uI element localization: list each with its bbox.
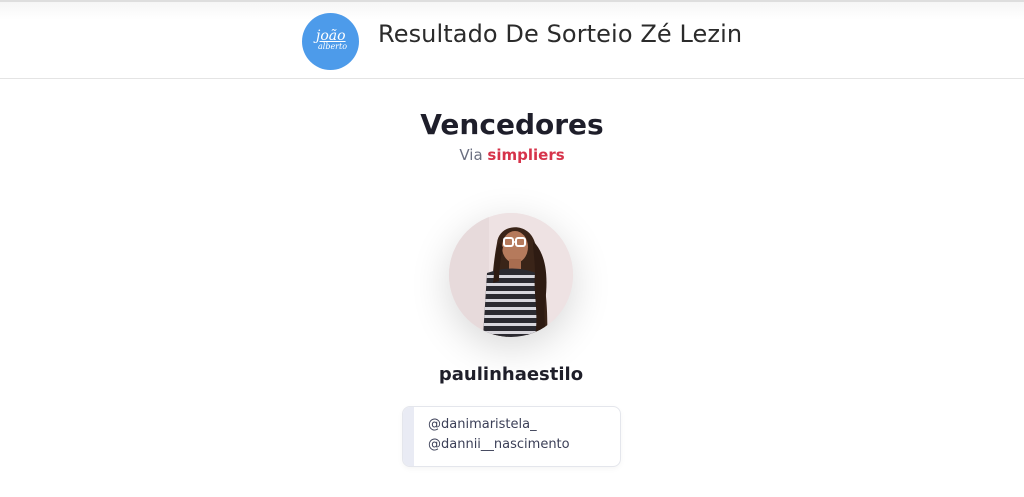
winner-avatar <box>449 213 573 337</box>
winners-heading: Vencedores <box>420 108 604 141</box>
page-title: Resultado De Sorteio Zé Lezin <box>378 20 743 48</box>
tagged-user: @dannii__nascimento <box>428 437 570 452</box>
tagged-user: @danimaristela_ <box>428 417 537 432</box>
logo: joão alberto <box>302 13 359 70</box>
header: joão alberto Resultado De Sorteio Zé Lez… <box>0 0 1024 79</box>
card-accent-bar <box>403 407 414 466</box>
via-prefix: Via <box>459 146 483 164</box>
tagged-users-card: @danimaristela_ @dannii__nascimento <box>402 406 621 467</box>
via-line: Via simpliers <box>0 146 1024 164</box>
logo-text-line1: joão <box>316 28 346 44</box>
via-brand-link[interactable]: simpliers <box>487 146 564 164</box>
logo-text-line2: alberto <box>318 42 348 51</box>
winner-username: paulinhaestilo <box>438 364 584 385</box>
winner-avatar-image <box>449 213 573 337</box>
